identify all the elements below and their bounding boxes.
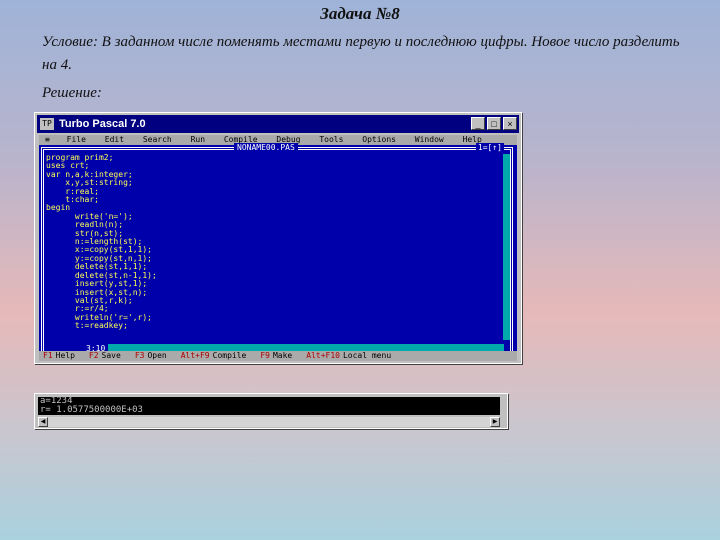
- close-button[interactable]: ×: [503, 117, 517, 130]
- shortcut-key: F2: [88, 351, 99, 360]
- shortcut-label: Compile: [212, 351, 247, 360]
- shortcut-key: Alt+F9: [180, 351, 210, 360]
- turbo-pascal-window[interactable]: TP Turbo Pascal 7.0 _ □ × ≡ File Edit Se…: [34, 112, 522, 364]
- window-title: Turbo Pascal 7.0: [59, 118, 146, 130]
- output-line: r= 1.0577500000E+03: [40, 404, 143, 415]
- status-shortcut[interactable]: Alt+F10 Local menu: [306, 351, 391, 361]
- app-icon[interactable]: TP: [40, 118, 54, 130]
- status-bar: F1 Help F2 Save F3 Open Alt+F9 Compile F9 Make Alt…: [39, 351, 517, 361]
- menu-edit[interactable]: Edit: [105, 135, 124, 145]
- menu-run[interactable]: Run: [191, 135, 205, 145]
- status-shortcut[interactable]: F2 Save: [89, 351, 121, 361]
- shortcut-label: Help: [55, 351, 75, 360]
- output-console: a=1234 r= 1.0577500000E+03: [38, 397, 500, 415]
- menu-system[interactable]: ≡: [45, 135, 50, 145]
- code-editor[interactable]: program prim2; uses crt; var n,a,k:integer…: [46, 153, 157, 331]
- status-shortcut[interactable]: F9 Make: [260, 351, 292, 361]
- output-horizontal-scrollbar[interactable]: ◀ ▶: [38, 417, 500, 427]
- horizontal-scrollbar[interactable]: [108, 344, 504, 351]
- ide-screen: ≡ File Edit Search Run Compile Debug Too…: [39, 135, 517, 361]
- menu-tools[interactable]: Tools: [319, 135, 343, 145]
- editor-filename: NONAME00.PAS: [234, 143, 298, 153]
- vertical-scrollbar[interactable]: [503, 154, 510, 340]
- shortcut-key: F9: [260, 351, 270, 360]
- scroll-left-arrow[interactable]: ◀: [38, 417, 48, 427]
- minimize-button[interactable]: _: [471, 117, 485, 130]
- output-window: a=1234 r= 1.0577500000E+03 ◀ ▶: [34, 393, 508, 429]
- shortcut-label: Make: [272, 351, 293, 360]
- maximize-button[interactable]: □: [487, 117, 501, 130]
- scroll-right-arrow[interactable]: ▶: [490, 417, 500, 427]
- shortcut-key: F1: [43, 351, 53, 360]
- status-shortcut[interactable]: F3 Open: [135, 351, 167, 361]
- window-titlebar[interactable]: TP Turbo Pascal 7.0 _ □ ×: [37, 115, 519, 133]
- slide-title: Задача №8: [320, 4, 400, 23]
- menu-window[interactable]: Window: [415, 135, 444, 145]
- code-line: t:=readkey;: [46, 321, 128, 331]
- solution-label: Решение:: [42, 85, 102, 101]
- menu-search[interactable]: Search: [143, 135, 172, 145]
- menu-file[interactable]: File: [67, 135, 86, 145]
- shortcut-label: Open: [147, 351, 167, 360]
- menu-options[interactable]: Options: [362, 135, 396, 145]
- shortcut-label: Save: [101, 351, 121, 360]
- window-number-indicator[interactable]: 1=[↑]: [475, 143, 504, 153]
- status-shortcut[interactable]: Alt+F9 Compile: [181, 351, 247, 361]
- editor-window[interactable]: NONAME00.PAS 1=[↑] program prim2; uses cr…: [41, 143, 513, 353]
- task-condition: Условие: В заданном числе поменять места…: [42, 34, 680, 73]
- status-shortcut[interactable]: F1 Help: [43, 351, 75, 361]
- shortcut-label: Local menu: [342, 351, 392, 360]
- shortcut-key: Alt+F10: [306, 351, 340, 360]
- shortcut-key: F3: [134, 351, 145, 360]
